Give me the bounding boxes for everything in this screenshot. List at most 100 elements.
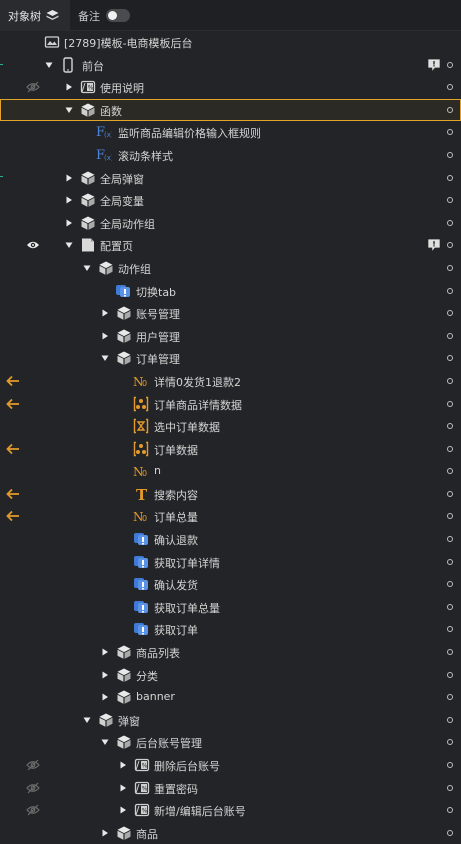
status-dot[interactable] bbox=[447, 332, 453, 339]
tree-row-fn-1[interactable]: 监听商品编辑价格输入框规则 bbox=[0, 121, 461, 144]
tree-row-confirm-ship[interactable]: 确认发货 bbox=[0, 573, 461, 596]
status-dot[interactable] bbox=[447, 807, 453, 814]
status-dot[interactable] bbox=[447, 784, 453, 791]
tree-row-order-mgmt[interactable]: 订单管理 bbox=[0, 347, 461, 370]
status-dot[interactable] bbox=[447, 468, 453, 475]
chevron-down-icon[interactable] bbox=[65, 106, 73, 114]
status-dot[interactable] bbox=[447, 377, 453, 384]
tree-row-config-page[interactable]: 配置页 bbox=[0, 234, 461, 257]
arrow-left-icon[interactable] bbox=[6, 488, 20, 500]
chevron-right-icon[interactable] bbox=[101, 671, 109, 679]
chevron-down-icon[interactable] bbox=[45, 61, 53, 69]
tree-row-order-detail-0[interactable]: 详情0发货1退款2 bbox=[0, 370, 461, 393]
tree-row-account-mgmt[interactable]: 账号管理 bbox=[0, 302, 461, 325]
chevron-down-icon[interactable] bbox=[101, 738, 109, 746]
tab-notes[interactable]: 备注 bbox=[78, 0, 130, 31]
status-dot[interactable] bbox=[447, 129, 453, 136]
tree-row-get-order-detail[interactable]: 获取订单详情 bbox=[0, 551, 461, 574]
eye-off-icon[interactable] bbox=[26, 782, 40, 794]
tree-row-confirm-refund[interactable]: 确认退款 bbox=[0, 528, 461, 551]
chevron-down-icon[interactable] bbox=[65, 241, 73, 249]
status-dot[interactable] bbox=[447, 603, 453, 610]
tree-row-global-vars[interactable]: 全局变量 bbox=[0, 189, 461, 212]
status-dot[interactable] bbox=[447, 829, 453, 836]
tree-row-delete-backend-account[interactable]: 删除后台账号 bbox=[0, 754, 461, 777]
tree-row-global-popup[interactable]: 全局弹窗 bbox=[0, 167, 461, 190]
status-dot[interactable] bbox=[447, 151, 453, 158]
status-dot[interactable] bbox=[447, 762, 453, 768]
arrow-left-icon[interactable] bbox=[6, 510, 20, 522]
chevron-right-icon[interactable] bbox=[65, 83, 73, 91]
status-dot[interactable] bbox=[447, 649, 453, 656]
status-dot[interactable] bbox=[447, 423, 453, 430]
tree-row-switch-tab[interactable]: 切换tab bbox=[0, 280, 461, 303]
eye-icon[interactable] bbox=[26, 239, 40, 251]
notes-toggle[interactable] bbox=[106, 9, 130, 22]
status-dot[interactable] bbox=[447, 716, 453, 723]
tree-row-root[interactable]: [2789]模板-电商模板后台 bbox=[0, 31, 461, 54]
tree-row-popups[interactable]: 弹窗 bbox=[0, 709, 461, 732]
status-dot[interactable] bbox=[447, 197, 453, 204]
tree-row-reset-password[interactable]: 重置密码 bbox=[0, 777, 461, 800]
tree-row-action-group[interactable]: 动作组 bbox=[0, 257, 461, 280]
status-dot[interactable] bbox=[447, 264, 453, 271]
status-dot[interactable] bbox=[447, 174, 453, 181]
chevron-right-icon[interactable] bbox=[101, 332, 109, 340]
tree-row-var-n[interactable]: n bbox=[0, 460, 461, 483]
tree-row-get-order-total[interactable]: 获取订单总量 bbox=[0, 596, 461, 619]
status-dot[interactable] bbox=[447, 287, 453, 294]
status-dot[interactable] bbox=[447, 739, 453, 746]
chevron-right-icon[interactable] bbox=[119, 761, 127, 769]
status-dot[interactable] bbox=[447, 513, 453, 520]
status-dot[interactable] bbox=[447, 671, 453, 678]
status-dot[interactable] bbox=[447, 61, 453, 68]
tree-row-frontstage[interactable]: 前台 bbox=[0, 54, 461, 77]
tree-row-global-actions[interactable]: 全局动作组 bbox=[0, 212, 461, 235]
tree-row-search-content[interactable]: 搜索内容 bbox=[0, 483, 461, 506]
status-dot[interactable] bbox=[447, 445, 453, 452]
status-dot[interactable] bbox=[447, 626, 453, 633]
chevron-down-icon[interactable] bbox=[83, 716, 91, 724]
tree-row-get-orders[interactable]: 获取订单 bbox=[0, 618, 461, 641]
chevron-right-icon[interactable] bbox=[65, 219, 73, 227]
eye-off-icon[interactable] bbox=[26, 804, 40, 816]
tree-row-usage[interactable]: 使用说明 bbox=[0, 76, 461, 99]
note-icon[interactable] bbox=[427, 58, 441, 72]
status-dot[interactable] bbox=[447, 219, 453, 226]
tree-row-add-edit-backend-account[interactable]: 新增/编辑后台账号 bbox=[0, 799, 461, 822]
chevron-right-icon[interactable] bbox=[101, 309, 109, 317]
tree-row-selected-order[interactable]: 选中订单数据 bbox=[0, 415, 461, 438]
arrow-left-icon[interactable] bbox=[6, 443, 20, 455]
status-dot[interactable] bbox=[447, 581, 453, 588]
status-dot[interactable] bbox=[447, 558, 453, 565]
status-dot[interactable] bbox=[447, 490, 453, 497]
status-dot[interactable] bbox=[447, 536, 453, 543]
arrow-left-icon[interactable] bbox=[6, 375, 20, 387]
chevron-down-icon[interactable] bbox=[101, 354, 109, 362]
tree-row-products[interactable]: 商品 bbox=[0, 822, 461, 844]
status-dot[interactable] bbox=[447, 242, 453, 249]
tree-row-banner[interactable]: banner bbox=[0, 686, 461, 709]
tree-row-product-list[interactable]: 商品列表 bbox=[0, 641, 461, 664]
tree-row-order-total[interactable]: 订单总量 bbox=[0, 505, 461, 528]
tree-row-user-mgmt[interactable]: 用户管理 bbox=[0, 325, 461, 348]
tree-row-fn-2[interactable]: 滚动条样式 bbox=[0, 144, 461, 167]
chevron-right-icon[interactable] bbox=[101, 693, 109, 701]
tree-row-order-data[interactable]: 订单数据 bbox=[0, 438, 461, 461]
chevron-right-icon[interactable] bbox=[65, 174, 73, 182]
chevron-right-icon[interactable] bbox=[65, 196, 73, 204]
chevron-right-icon[interactable] bbox=[119, 806, 127, 814]
tree-row-category[interactable]: 分类 bbox=[0, 664, 461, 687]
status-dot[interactable] bbox=[447, 106, 453, 113]
chevron-right-icon[interactable] bbox=[101, 829, 109, 837]
eye-off-icon[interactable] bbox=[26, 759, 40, 771]
status-dot[interactable] bbox=[447, 355, 453, 362]
tree-row-backend-account-mgmt[interactable]: 后台账号管理 bbox=[0, 731, 461, 754]
status-dot[interactable] bbox=[447, 84, 453, 91]
tab-object-tree[interactable]: 对象树 bbox=[0, 0, 70, 31]
status-dot[interactable] bbox=[447, 694, 453, 701]
chevron-down-icon[interactable] bbox=[83, 264, 91, 272]
arrow-left-icon[interactable] bbox=[6, 398, 20, 410]
tree-row-order-product-detail[interactable]: 订单商品详情数据 bbox=[0, 393, 461, 416]
chevron-right-icon[interactable] bbox=[101, 648, 109, 656]
